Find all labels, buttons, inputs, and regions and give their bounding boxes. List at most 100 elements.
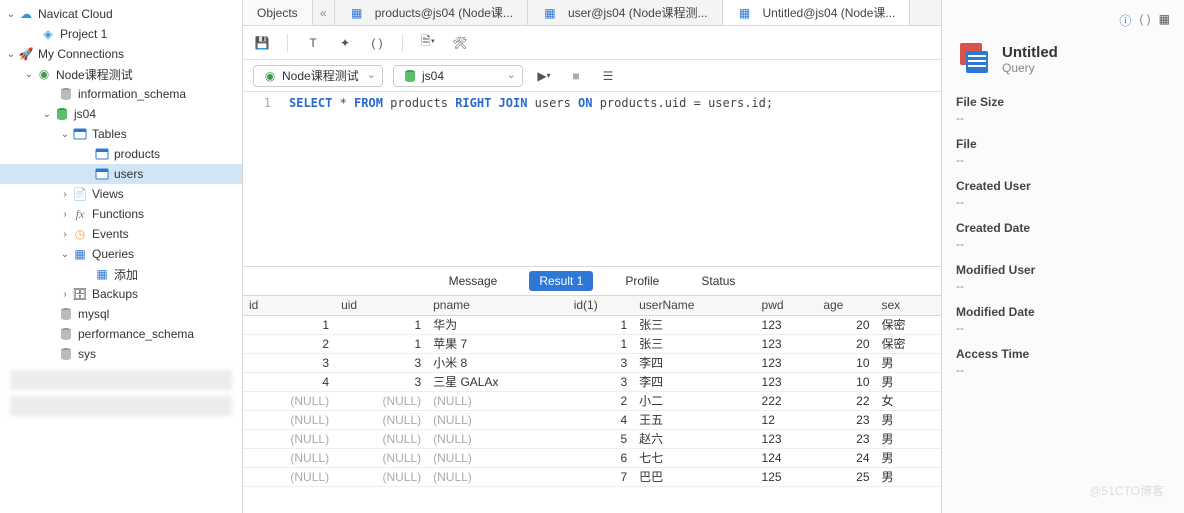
table-cell[interactable]: 张三	[633, 334, 755, 353]
tree-events[interactable]: ›◷Events	[0, 224, 242, 244]
sql-editor[interactable]: 1 SELECT * FROM products RIGHT JOIN user…	[243, 92, 941, 266]
table-cell[interactable]: 7	[568, 467, 633, 486]
table-cell[interactable]: 张三	[633, 315, 755, 334]
chevron-right-icon[interactable]: ›	[58, 289, 72, 300]
table-cell[interactable]: 124	[756, 448, 818, 467]
table-cell[interactable]: 123	[756, 334, 818, 353]
chevron-down-icon[interactable]: ⌄	[4, 9, 18, 20]
table-cell[interactable]: (NULL)	[243, 391, 335, 410]
tree-tables[interactable]: ⌄Tables	[0, 124, 242, 144]
table-cell[interactable]: 10	[817, 353, 875, 372]
table-cell[interactable]: 6	[568, 448, 633, 467]
table-cell[interactable]: 5	[568, 429, 633, 448]
table-cell[interactable]: 男	[876, 372, 942, 391]
table-cell[interactable]: (NULL)	[243, 429, 335, 448]
table-cell[interactable]: 4	[568, 410, 633, 429]
run-button[interactable]: ▶▾	[533, 67, 555, 85]
database-dropdown[interactable]: js04	[393, 65, 523, 87]
info-icon[interactable]: ⓘ	[1119, 12, 1131, 29]
table-cell[interactable]: 1	[568, 334, 633, 353]
table-cell[interactable]: (NULL)	[427, 391, 568, 410]
table-cell[interactable]: 1	[335, 315, 427, 334]
table-cell[interactable]: 3	[568, 353, 633, 372]
table-cell[interactable]: 20	[817, 334, 875, 353]
chevron-right-icon[interactable]: ›	[58, 209, 72, 220]
table-cell[interactable]: 24	[817, 448, 875, 467]
table-cell[interactable]: (NULL)	[427, 467, 568, 486]
table-row[interactable]: (NULL)(NULL)(NULL)2小二22222女	[243, 391, 941, 410]
grid-view-icon[interactable]: ▦	[1159, 12, 1170, 29]
tree-my-connections[interactable]: ⌄🚀My Connections	[0, 44, 242, 64]
chevron-down-icon[interactable]: ⌄	[58, 129, 72, 140]
tree-table-users[interactable]: users	[0, 164, 242, 184]
table-cell[interactable]: (NULL)	[335, 429, 427, 448]
tree-table-products[interactable]: products	[0, 144, 242, 164]
table-cell[interactable]: 李四	[633, 353, 755, 372]
tree-db-sys[interactable]: sys	[0, 344, 242, 364]
column-header[interactable]: pname	[427, 296, 568, 315]
table-cell[interactable]: 3	[335, 353, 427, 372]
table-cell[interactable]: (NULL)	[335, 391, 427, 410]
table-cell[interactable]: 2	[568, 391, 633, 410]
table-cell[interactable]: 123	[756, 372, 818, 391]
tab-result[interactable]: Result 1	[529, 271, 593, 291]
table-row[interactable]: (NULL)(NULL)(NULL)5赵六12323男	[243, 429, 941, 448]
explain-button[interactable]: ☰	[597, 67, 619, 85]
table-row[interactable]: 43三星 GALAx3李四12310男	[243, 372, 941, 391]
tree-db-information-schema[interactable]: information_schema	[0, 84, 242, 104]
table-cell[interactable]: 1	[568, 315, 633, 334]
table-cell[interactable]: 男	[876, 448, 942, 467]
tree-backups[interactable]: ›🗄Backups	[0, 284, 242, 304]
table-cell[interactable]: 女	[876, 391, 942, 410]
table-row[interactable]: (NULL)(NULL)(NULL)4王五1223男	[243, 410, 941, 429]
table-cell[interactable]: 王五	[633, 410, 755, 429]
tree-db-mysql[interactable]: mysql	[0, 304, 242, 324]
chevron-down-icon[interactable]: ⌄	[40, 109, 54, 120]
table-cell[interactable]: 123	[756, 429, 818, 448]
table-cell[interactable]: 男	[876, 429, 942, 448]
table-cell[interactable]: (NULL)	[243, 448, 335, 467]
table-cell[interactable]: 12	[756, 410, 818, 429]
table-cell[interactable]: 男	[876, 467, 942, 486]
tree-navicat-cloud[interactable]: ⌄☁Navicat Cloud	[0, 4, 242, 24]
tree-query-add[interactable]: ▦添加	[0, 264, 242, 284]
table-cell[interactable]: 25	[817, 467, 875, 486]
table-cell[interactable]: 123	[756, 315, 818, 334]
table-cell[interactable]: 李四	[633, 372, 755, 391]
table-cell[interactable]: 23	[817, 429, 875, 448]
table-cell[interactable]: (NULL)	[243, 467, 335, 486]
table-row[interactable]: 21苹果 71张三12320保密	[243, 334, 941, 353]
table-row[interactable]: (NULL)(NULL)(NULL)6七七12424男	[243, 448, 941, 467]
table-cell[interactable]: 三星 GALAx	[427, 372, 568, 391]
chevron-right-icon[interactable]: ›	[58, 229, 72, 240]
table-cell[interactable]: 10	[817, 372, 875, 391]
tab-untitled-query[interactable]: ▦Untitled@js04 (Node课...	[723, 0, 911, 25]
table-cell[interactable]: 4	[243, 372, 335, 391]
table-cell[interactable]: (NULL)	[427, 429, 568, 448]
table-cell[interactable]: (NULL)	[427, 410, 568, 429]
tab-products-query[interactable]: ▦products@js04 (Node课...	[335, 0, 528, 25]
stop-button[interactable]: ■	[565, 67, 587, 85]
table-cell[interactable]: 七七	[633, 448, 755, 467]
chevron-down-icon[interactable]: ⌄	[58, 249, 72, 260]
tree-queries[interactable]: ⌄▦Queries	[0, 244, 242, 264]
table-cell[interactable]: 保密	[876, 334, 942, 353]
table-cell[interactable]: 2	[243, 334, 335, 353]
column-header[interactable]: id(1)	[568, 296, 633, 315]
save-button[interactable]: 💾	[253, 34, 271, 52]
table-cell[interactable]: 3	[335, 372, 427, 391]
tab-user-query[interactable]: ▦user@js04 (Node课程测...	[528, 0, 723, 25]
format-button[interactable]: T	[304, 34, 322, 52]
table-cell[interactable]: 125	[756, 467, 818, 486]
tree-project[interactable]: ◈Project 1	[0, 24, 242, 44]
column-header[interactable]: uid	[335, 296, 427, 315]
table-cell[interactable]: (NULL)	[427, 448, 568, 467]
column-header[interactable]: id	[243, 296, 335, 315]
table-cell[interactable]: (NULL)	[243, 410, 335, 429]
parentheses-button[interactable]: ( )	[368, 34, 386, 52]
table-cell[interactable]: 小二	[633, 391, 755, 410]
table-cell[interactable]: 3	[243, 353, 335, 372]
table-cell[interactable]: (NULL)	[335, 448, 427, 467]
chevron-down-icon[interactable]: ⌄	[4, 49, 18, 60]
chevron-right-icon[interactable]: ›	[58, 189, 72, 200]
